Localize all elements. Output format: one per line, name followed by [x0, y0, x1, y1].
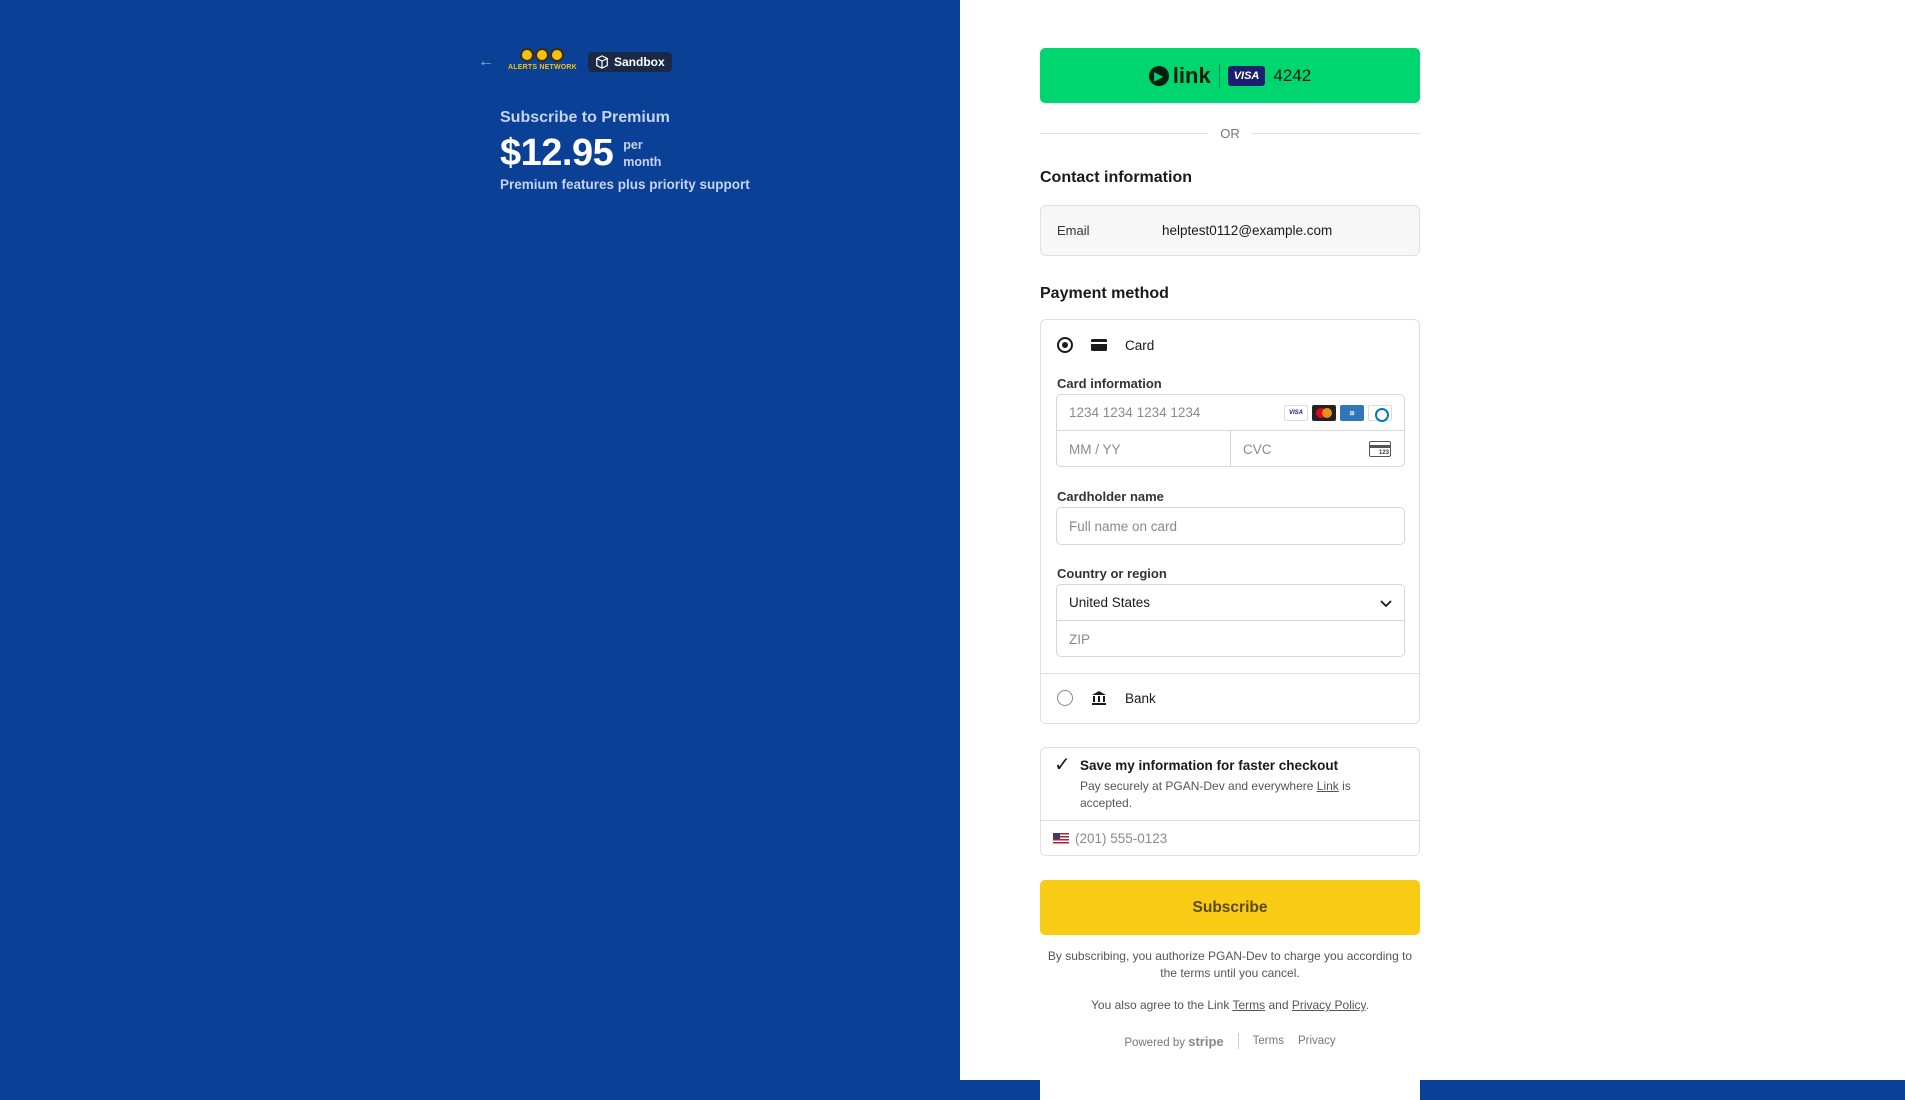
visa-icon: VISA	[1284, 405, 1308, 421]
payment-method-box: Card Card information 1234 1234 1234 123…	[1040, 319, 1420, 724]
or-text: OR	[1220, 126, 1240, 141]
subscribe-button[interactable]: Subscribe	[1040, 880, 1420, 935]
legal-authorization: By subscribing, you authorize PGAN-Dev t…	[1047, 949, 1413, 980]
left-summary-panel: ← ALERTS NETWORK Sandbox Subscribe to Pr…	[0, 0, 960, 1100]
zip-input[interactable]: ZIP	[1057, 621, 1404, 657]
stripe-logo: stripe	[1188, 1033, 1224, 1049]
subscribe-label: Subscribe to Premium	[500, 109, 670, 126]
sandbox-label: Sandbox	[614, 55, 665, 69]
merchant-header: ← ALERTS NETWORK Sandbox	[478, 48, 672, 76]
mastercard-icon	[1312, 405, 1336, 421]
price-row: $12.95 per month	[500, 132, 661, 175]
footer-terms-link[interactable]: Terms	[1253, 1035, 1284, 1047]
payment-heading: Payment method	[1040, 285, 1169, 302]
footer-separator	[1237, 1033, 1239, 1049]
diners-club-icon	[1368, 405, 1392, 422]
country-label: Country or region	[1057, 566, 1167, 581]
period-text: month	[623, 154, 662, 169]
credit-card-icon	[1091, 338, 1107, 352]
us-flag-icon[interactable]	[1053, 833, 1069, 844]
cvc-placeholder: CVC	[1243, 441, 1272, 457]
expiry-placeholder: MM / YY	[1069, 441, 1121, 457]
link-separator	[1218, 63, 1220, 88]
zip-placeholder: ZIP	[1069, 631, 1091, 647]
footer: Powered by stripe Terms Privacy	[1040, 1033, 1420, 1049]
legal-link-terms: You also agree to the Link Terms and Pri…	[1091, 998, 1369, 1012]
visa-badge: VISA	[1227, 65, 1266, 86]
bank-radio[interactable]	[1057, 690, 1073, 706]
per-text: per	[623, 137, 643, 152]
card-brands: VISA ⊞	[1284, 405, 1392, 422]
expiry-input[interactable]: MM / YY	[1057, 431, 1231, 467]
cvc-input[interactable]: CVC 123	[1231, 431, 1405, 467]
link-brand-text: link	[1172, 62, 1211, 88]
checkout-panel-extension	[1040, 1078, 1420, 1100]
link-logo: ▶ link	[1148, 62, 1211, 89]
email-label: Email	[1057, 223, 1090, 238]
contact-heading: Contact information	[1040, 169, 1192, 186]
bank-option-label: Bank	[1125, 690, 1156, 706]
card-number-placeholder: 1234 1234 1234 1234	[1069, 405, 1201, 420]
cvc-card-icon: 123	[1369, 441, 1391, 457]
country-zip-group: United States ZIP	[1056, 584, 1405, 657]
bank-option-row[interactable]: Bank	[1041, 673, 1419, 723]
card-option[interactable]: Card	[1057, 337, 1154, 353]
or-divider: OR	[1040, 126, 1420, 141]
card-radio[interactable]	[1057, 337, 1073, 353]
cardholder-placeholder: Full name on card	[1069, 518, 1178, 534]
card-info-group: 1234 1234 1234 1234 VISA ⊞ MM / YY CVC 1…	[1056, 394, 1405, 467]
card-last4: 4242	[1273, 65, 1312, 85]
logo-circles	[520, 48, 564, 62]
phone-placeholder: (201) 555-0123	[1075, 831, 1168, 846]
link-arrow-icon: ▶	[1148, 65, 1169, 86]
cardholder-name-input[interactable]: Full name on card	[1056, 507, 1405, 545]
price-period: per month	[623, 137, 661, 171]
amex-icon: ⊞	[1340, 405, 1364, 421]
card-number-input[interactable]: 1234 1234 1234 1234 VISA ⊞	[1057, 395, 1404, 431]
card-option-label: Card	[1125, 337, 1155, 353]
price-amount: $12.95	[500, 132, 614, 174]
product-description: Premium features plus priority support	[500, 177, 750, 192]
phone-input[interactable]: (201) 555-0123	[1041, 820, 1419, 856]
save-info-box: ✓ Save my information for faster checkou…	[1040, 747, 1420, 856]
bank-option[interactable]: Bank	[1057, 690, 1156, 706]
back-arrow-icon[interactable]: ←	[478, 53, 498, 71]
link-learn-more[interactable]: Link	[1317, 779, 1339, 793]
sandbox-badge: Sandbox	[588, 52, 672, 72]
cube-icon	[596, 55, 608, 69]
email-field[interactable]: Email helptest0112@example.com	[1040, 205, 1420, 256]
bank-icon	[1091, 691, 1107, 705]
link-pay-button[interactable]: ▶ link VISA 4242	[1040, 48, 1420, 103]
email-value[interactable]: helptest0112@example.com	[1162, 223, 1332, 238]
country-select[interactable]: United States	[1057, 585, 1404, 621]
merchant-logo[interactable]: ALERTS NETWORK	[508, 48, 578, 76]
terms-link[interactable]: Terms	[1232, 998, 1265, 1012]
privacy-policy-link[interactable]: Privacy Policy	[1292, 998, 1366, 1012]
cardholder-label: Cardholder name	[1057, 489, 1164, 504]
powered-by-stripe[interactable]: Powered by stripe	[1124, 1034, 1223, 1049]
save-checkbox-checkmark-icon[interactable]: ✓	[1054, 755, 1074, 775]
save-info-title: Save my information for faster checkout	[1080, 758, 1339, 773]
save-info-subtext: Pay securely at PGAN-Dev and everywhere …	[1080, 779, 1351, 810]
logo-text: ALERTS NETWORK	[508, 64, 577, 71]
footer-privacy-link[interactable]: Privacy	[1298, 1035, 1336, 1047]
country-value: United States	[1069, 595, 1151, 610]
chevron-down-icon	[1380, 595, 1392, 611]
card-info-label: Card information	[1057, 376, 1162, 391]
